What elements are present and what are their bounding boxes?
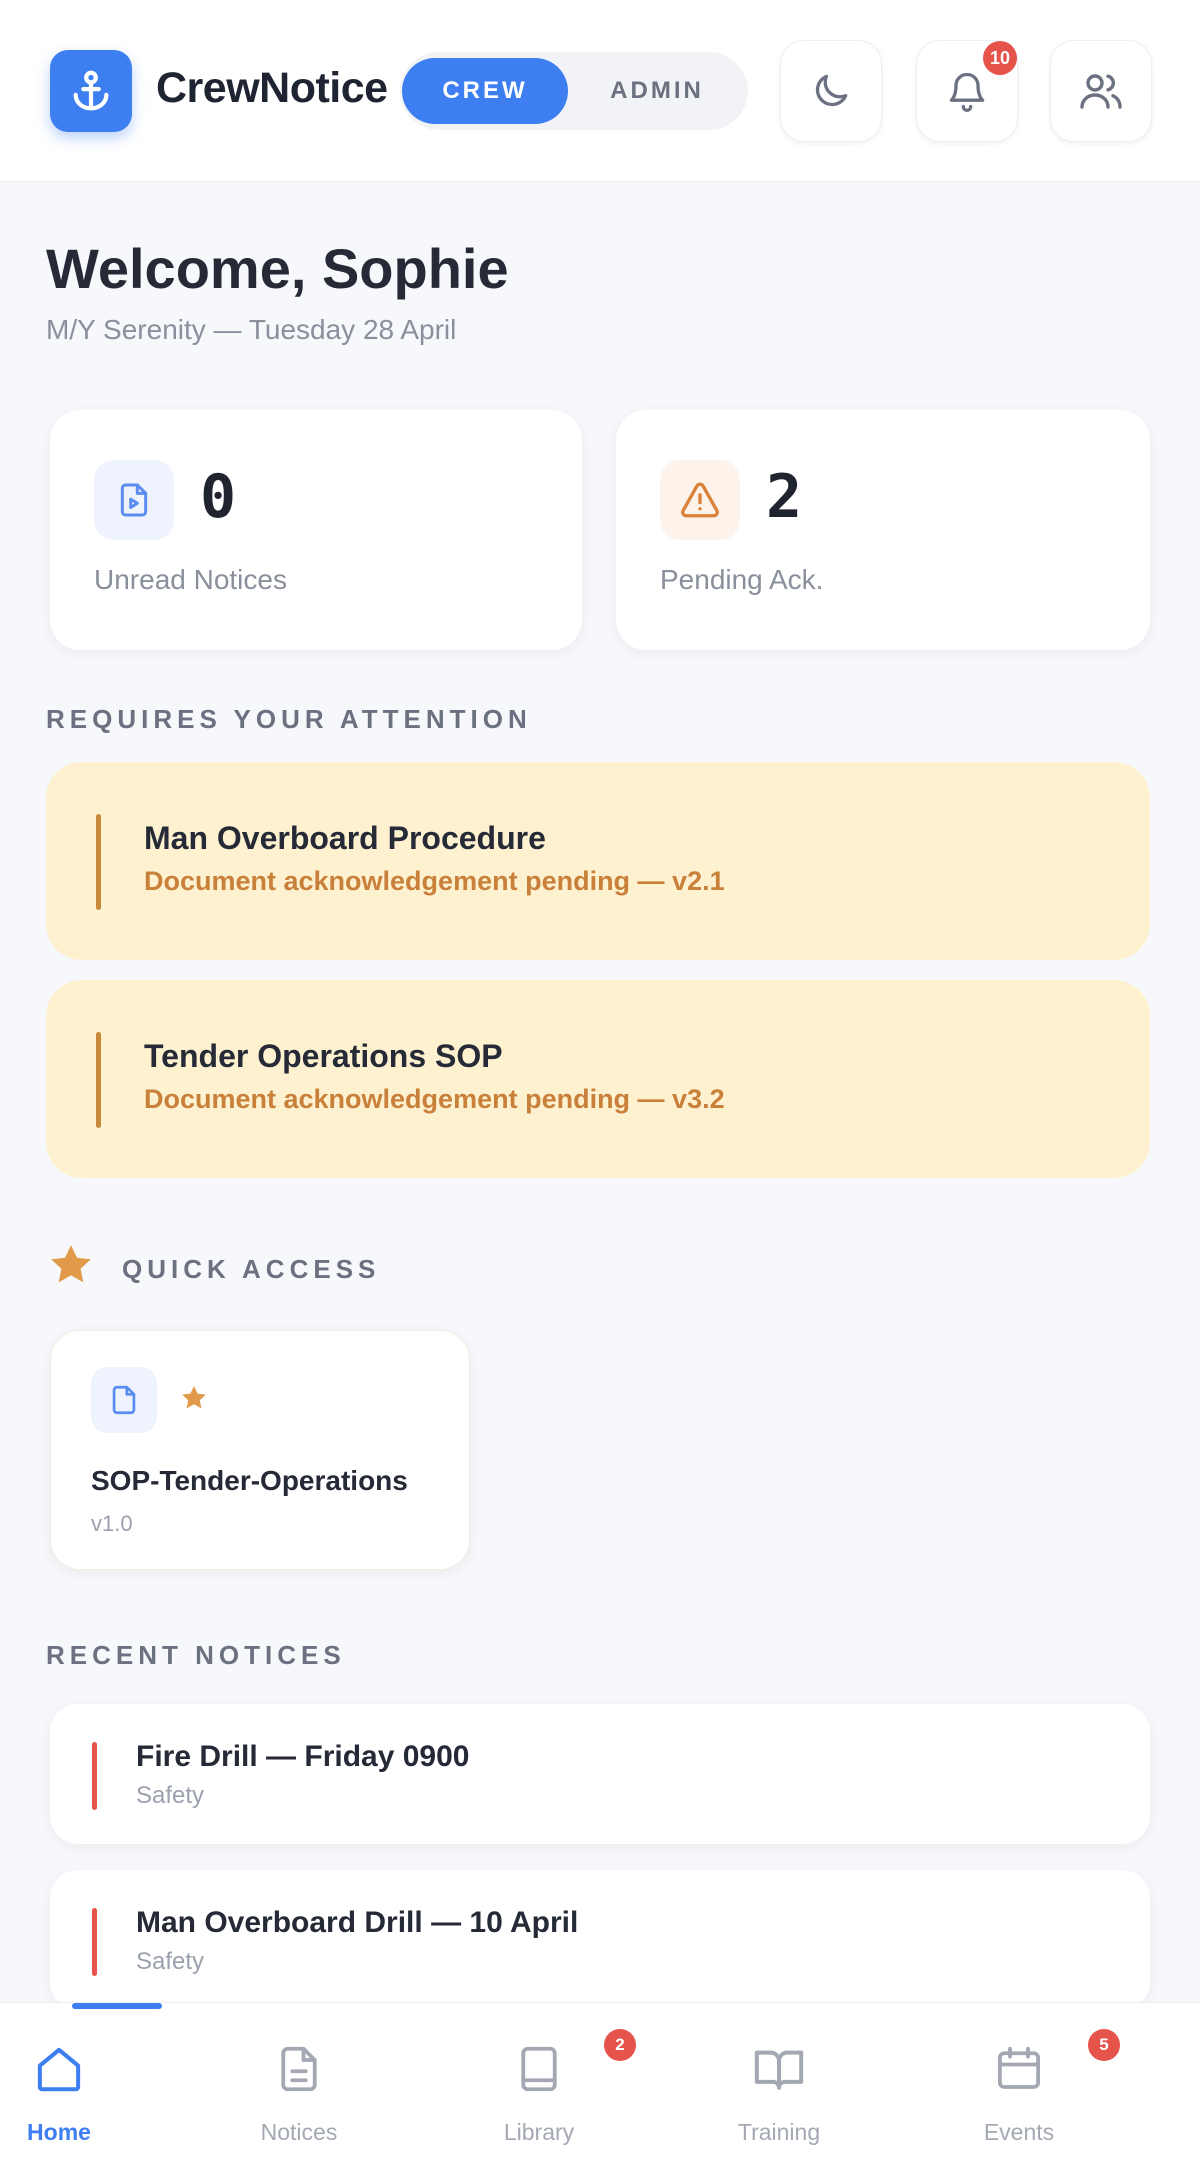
notice-item[interactable]: Fire Drill — Friday 0900 Safety	[50, 1704, 1150, 1844]
theme-toggle-button[interactable]	[780, 40, 882, 142]
page-title: Welcome, Sophie	[46, 237, 509, 300]
book-open-icon	[754, 2050, 804, 2090]
nav-events[interactable]: 5 Events	[960, 2003, 1200, 2169]
notice-priority-bar	[92, 1908, 97, 1976]
attention-accent-bar	[96, 814, 101, 910]
document-play-icon	[120, 483, 148, 517]
file-icon	[112, 1385, 136, 1415]
notice-category: Safety	[136, 1948, 205, 1975]
notifications-button[interactable]: 10	[916, 40, 1018, 142]
events-badge: 5	[1088, 2029, 1120, 2061]
favorite-star-icon[interactable]	[179, 1383, 209, 1413]
attention-item-title: Tender Operations SOP	[144, 1038, 503, 1074]
attention-item-title: Man Overboard Procedure	[144, 820, 546, 856]
unread-notices-card[interactable]: 0 Unread Notices	[50, 410, 582, 650]
quick-access-section-title: QUICK ACCESS	[122, 1254, 381, 1284]
role-admin-button[interactable]: ADMIN	[570, 58, 744, 124]
file-icon-wrap	[91, 1367, 157, 1433]
notice-title: Man Overboard Drill — 10 April	[136, 1906, 579, 1939]
calendar-icon	[997, 2046, 1041, 2089]
app-logo[interactable]	[50, 50, 132, 132]
anchor-icon	[73, 70, 109, 111]
notice-priority-bar	[92, 1742, 97, 1810]
pending-icon-wrap	[660, 460, 740, 540]
notice-category: Safety	[136, 1782, 205, 1809]
app-title: CrewNotice	[156, 64, 388, 112]
star-icon	[51, 1245, 91, 1283]
app-header: CrewNotice CREW ADMIN 10	[0, 0, 1200, 182]
attention-accent-bar	[96, 1032, 101, 1128]
tablet-icon	[521, 2046, 557, 2092]
notice-title: Fire Drill — Friday 0900	[136, 1740, 470, 1773]
attention-section-title: REQUIRES YOUR ATTENTION	[46, 704, 532, 734]
attention-item-subtitle: Document acknowledgement pending — v2.1	[144, 866, 725, 896]
recent-section-title: RECENT NOTICES	[46, 1640, 346, 1670]
pending-label: Pending Ack.	[660, 564, 824, 595]
moon-icon	[815, 74, 848, 107]
attention-item[interactable]: Man Overboard Procedure Document acknowl…	[46, 762, 1150, 960]
unread-count: 0	[200, 462, 237, 532]
pending-ack-card[interactable]: 2 Pending Ack.	[616, 410, 1150, 650]
bell-icon	[949, 72, 985, 112]
notice-item[interactable]: Man Overboard Drill — 10 April Safety	[50, 1870, 1150, 2010]
nav-label: Events	[983, 2119, 1055, 2145]
quick-access-item-version: v1.0	[91, 1511, 133, 1536]
users-icon	[1080, 74, 1122, 109]
quick-access-item[interactable]: SOP-Tender-Operations v1.0	[50, 1330, 470, 1570]
attention-item[interactable]: Tender Operations SOP Document acknowled…	[46, 980, 1150, 1178]
crew-profile-button[interactable]	[1050, 40, 1152, 142]
bottom-nav: Home Notices 2 Library Training 5 Events	[0, 2002, 1200, 2169]
warning-icon	[681, 482, 719, 518]
nav-active-indicator	[72, 2003, 162, 2009]
notification-badge: 10	[983, 41, 1017, 75]
role-toggle: CREW ADMIN	[400, 52, 748, 130]
unread-icon-wrap	[94, 460, 174, 540]
pending-count: 2	[766, 462, 803, 532]
vessel-date-subtitle: M/Y Serenity — Tuesday 28 April	[46, 314, 457, 345]
role-crew-button[interactable]: CREW	[402, 58, 568, 124]
quick-access-item-name: SOP-Tender-Operations	[91, 1465, 408, 1496]
unread-label: Unread Notices	[94, 564, 287, 595]
attention-item-subtitle: Document acknowledgement pending — v3.2	[144, 1084, 725, 1114]
home-icon	[37, 2047, 81, 2092]
document-icon	[281, 2046, 317, 2092]
